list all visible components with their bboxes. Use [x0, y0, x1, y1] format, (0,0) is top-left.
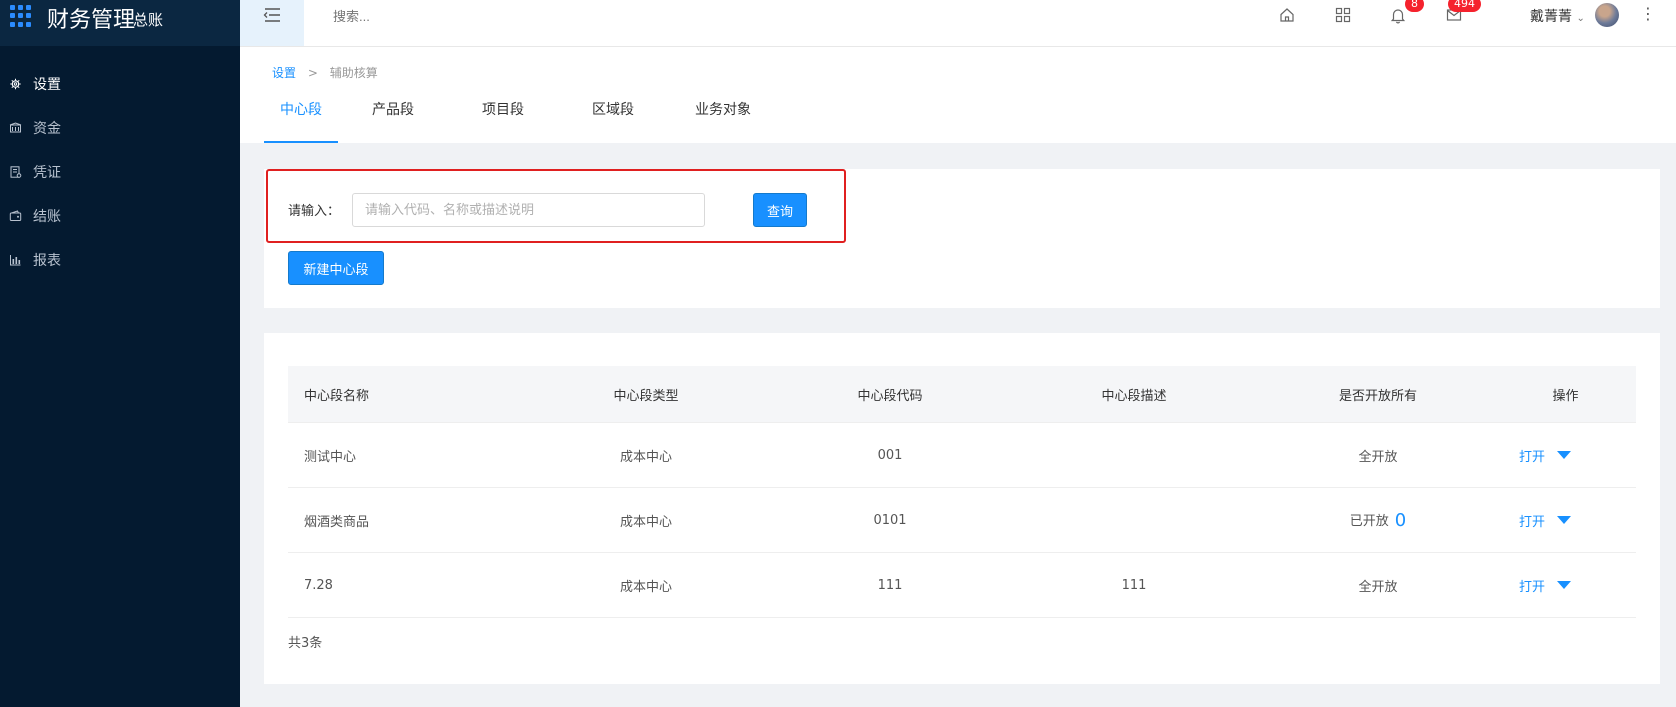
bank-icon — [9, 122, 22, 134]
breadcrumb-settings-link[interactable]: 设置 — [272, 66, 296, 80]
search-label: 请输入： — [288, 204, 341, 219]
bell-icon[interactable] — [1389, 6, 1407, 24]
brand: 财务管理 总账 — [0, 0, 240, 46]
menu-fold-icon — [263, 8, 280, 22]
sidebar-menu: 设置 资金 凭证 结账 报表 — [0, 62, 240, 282]
open-action-link[interactable]: 打开 — [1519, 511, 1545, 530]
apps-grid-icon[interactable] — [1334, 6, 1352, 24]
cell-desc: 111 — [1007, 552, 1261, 618]
table-row: 测试中心 成本中心 001 全开放 打开 — [288, 422, 1636, 488]
voucher-icon — [9, 166, 22, 178]
center-segment-table: 中心段名称 中心段类型 中心段代码 中心段描述 是否开放所有 操作 测试中心 成… — [288, 366, 1636, 618]
tab-bar: 中心段 产品段 项目段 区域段 业务对象 — [264, 97, 778, 143]
search-input[interactable] — [352, 193, 705, 227]
sub-header: 设置 > 辅助核算 中心段 产品段 项目段 区域段 业务对象 — [240, 47, 1676, 143]
tab-region-segment[interactable]: 区域段 — [558, 97, 668, 143]
bar-chart-icon — [9, 254, 22, 266]
cell-desc — [1007, 487, 1261, 553]
cell-open: 全开放 — [1261, 552, 1495, 618]
top-bar: 8 494 戴菁菁 ⌄ ⋮ — [240, 0, 1676, 47]
column-header-open: 是否开放所有 — [1261, 366, 1495, 423]
table-row: 7.28 成本中心 111 111 全开放 打开 — [288, 552, 1636, 618]
new-center-segment-button[interactable]: 新建中心段 — [288, 251, 384, 285]
cell-desc — [1007, 422, 1261, 488]
sidebar-item-reports[interactable]: 报表 — [0, 238, 240, 282]
cell-type: 成本中心 — [519, 552, 773, 618]
table-header-row: 中心段名称 中心段类型 中心段代码 中心段描述 是否开放所有 操作 — [288, 366, 1636, 423]
breadcrumb: 设置 > 辅助核算 — [272, 64, 378, 81]
sidebar-item-funds[interactable]: 资金 — [0, 106, 240, 150]
cell-actions: 打开 — [1495, 552, 1636, 618]
home-icon[interactable] — [1278, 6, 1296, 24]
more-vertical-icon[interactable]: ⋮ — [1640, 4, 1656, 23]
open-count-link[interactable]: 0 — [1395, 510, 1406, 531]
cell-code: 0101 — [773, 487, 1007, 553]
column-header-type: 中心段类型 — [519, 366, 773, 423]
user-name[interactable]: 戴菁菁 ⌄ — [1530, 6, 1585, 26]
message-badge: 494 — [1448, 0, 1481, 12]
menu-toggle-button[interactable] — [240, 0, 304, 46]
app-grid-icon — [10, 5, 32, 27]
table-row: 烟酒类商品 成本中心 0101 已开放 0 打开 — [288, 487, 1636, 553]
caret-down-icon[interactable] — [1557, 451, 1572, 459]
cell-actions: 打开 — [1495, 487, 1636, 553]
tab-project-segment[interactable]: 项目段 — [448, 97, 558, 143]
cell-code: 111 — [773, 552, 1007, 618]
user-name-label: 戴菁菁 — [1530, 9, 1572, 25]
open-action-link[interactable]: 打开 — [1519, 446, 1545, 465]
sidebar-item-label: 凭证 — [33, 165, 61, 181]
column-header-name: 中心段名称 — [288, 366, 519, 423]
caret-down-icon[interactable] — [1557, 581, 1572, 589]
cell-type: 成本中心 — [519, 422, 773, 488]
cell-code: 001 — [773, 422, 1007, 488]
cell-open: 已开放 0 — [1261, 487, 1495, 553]
avatar[interactable] — [1595, 3, 1619, 27]
breadcrumb-current: 辅助核算 — [329, 66, 378, 80]
total-count: 共3条 — [288, 636, 323, 651]
cell-open: 全开放 — [1261, 422, 1495, 488]
tab-center-segment[interactable]: 中心段 — [264, 97, 338, 143]
gear-icon — [9, 78, 22, 90]
wallet-icon — [9, 210, 22, 222]
cell-name: 测试中心 — [288, 422, 519, 488]
brand-title: 财务管理 — [47, 8, 136, 33]
open-status-text: 已开放 — [1349, 513, 1389, 529]
brand-subtitle: 总账 — [133, 11, 164, 29]
sidebar-item-label: 资金 — [33, 121, 61, 137]
sidebar-item-voucher[interactable]: 凭证 — [0, 150, 240, 194]
query-button[interactable]: 查询 — [753, 193, 807, 227]
tab-business-object[interactable]: 业务对象 — [668, 97, 778, 143]
column-header-desc: 中心段描述 — [1007, 366, 1261, 423]
sidebar: 财务管理 总账 设置 资金 凭证 结账 报表 — [0, 0, 240, 707]
column-header-actions: 操作 — [1495, 366, 1636, 423]
open-action-link[interactable]: 打开 — [1519, 576, 1545, 595]
column-header-code: 中心段代码 — [773, 366, 1007, 423]
breadcrumb-separator: > — [307, 66, 318, 80]
cell-type: 成本中心 — [519, 487, 773, 553]
tab-product-segment[interactable]: 产品段 — [338, 97, 448, 143]
sidebar-item-label: 设置 — [33, 77, 61, 93]
cell-name: 7.28 — [288, 552, 519, 618]
cell-name: 烟酒类商品 — [288, 487, 519, 553]
search-panel — [264, 169, 1660, 308]
sidebar-item-label: 报表 — [33, 253, 61, 269]
notification-badge: 8 — [1405, 0, 1424, 12]
sidebar-item-closing[interactable]: 结账 — [0, 194, 240, 238]
chevron-down-icon: ⌄ — [1576, 13, 1585, 24]
cell-actions: 打开 — [1495, 422, 1636, 488]
sidebar-item-settings[interactable]: 设置 — [0, 62, 240, 106]
global-search-input[interactable] — [331, 8, 535, 25]
sidebar-item-label: 结账 — [33, 209, 61, 225]
caret-down-icon[interactable] — [1557, 516, 1572, 524]
